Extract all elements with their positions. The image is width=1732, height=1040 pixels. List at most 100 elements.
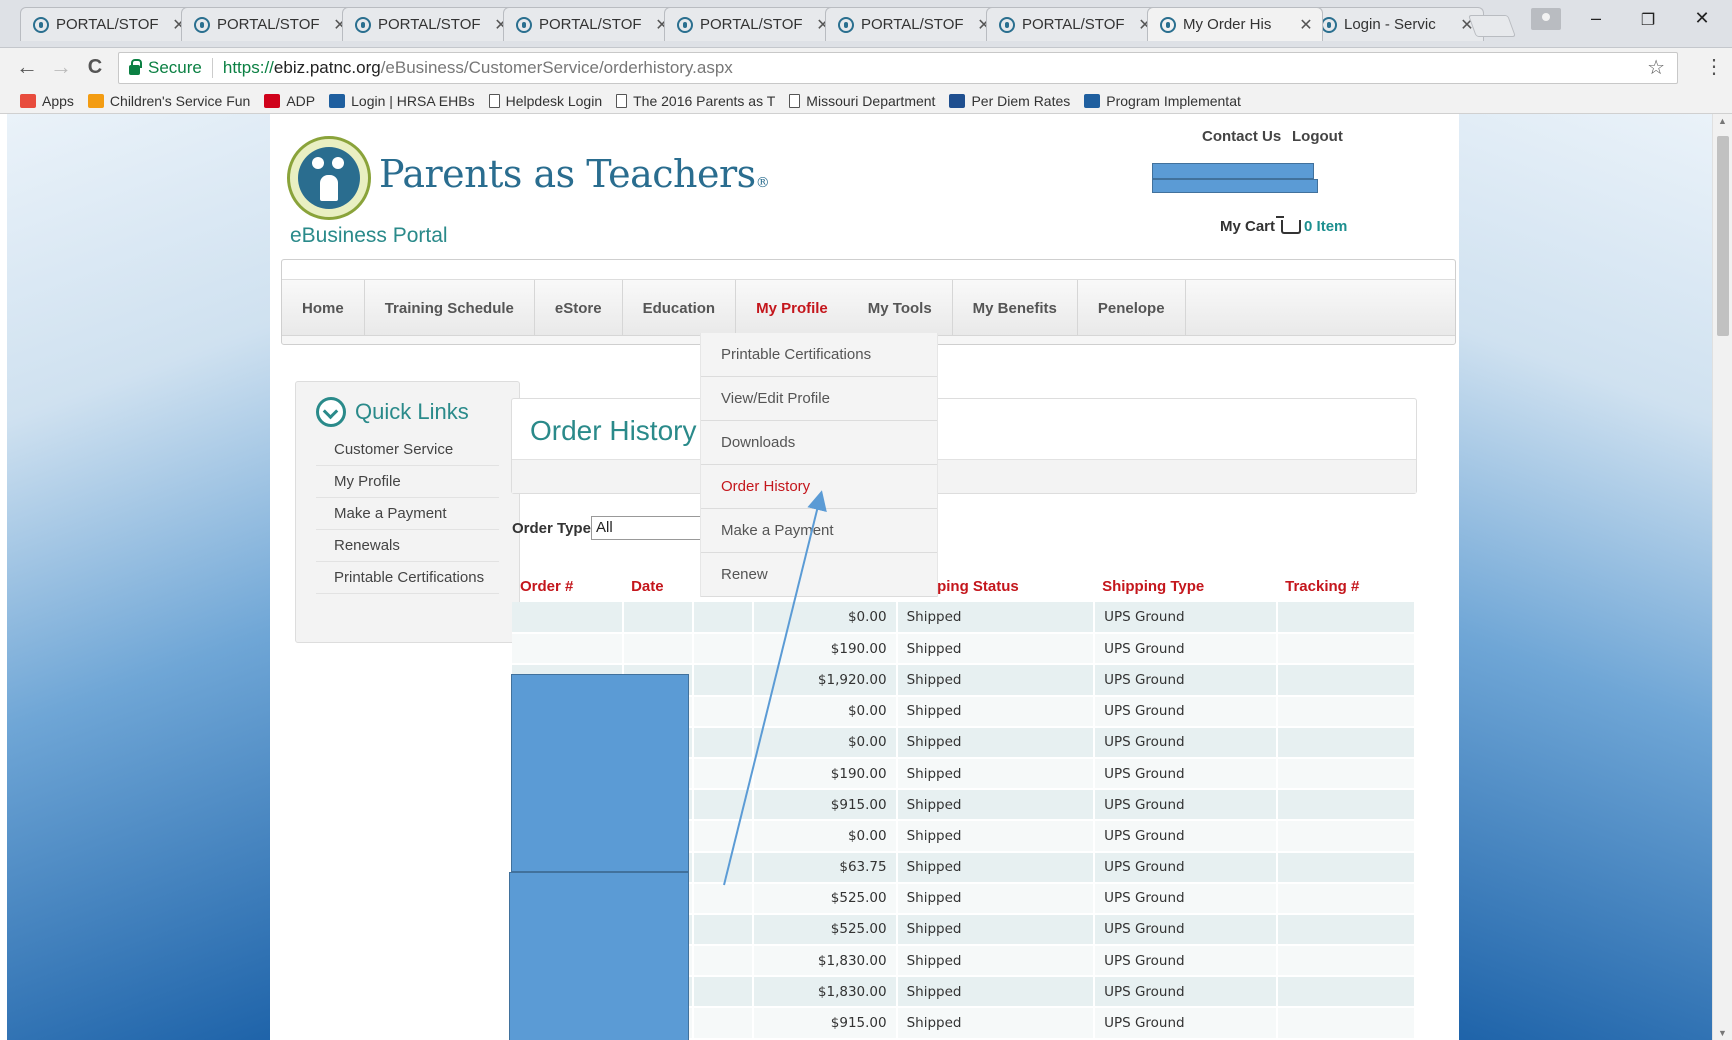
reload-button[interactable]: C [80,56,110,79]
contact-us-link[interactable]: Contact Us [1202,128,1281,145]
browser-tab[interactable]: My Order His ✕ [1147,7,1323,41]
nav-item-home[interactable]: Home [282,280,365,336]
order-type-select[interactable]: All [591,516,701,540]
bookmark-star-icon[interactable]: ☆ [1647,55,1665,80]
scrollbar-thumb[interactable] [1717,136,1729,336]
profile-menu-item[interactable]: Order History [701,465,937,509]
bookmark-label: Program Implementat [1106,92,1241,109]
nav-item-estore[interactable]: eStore [535,280,623,336]
bookmark-item[interactable]: Helpdesk Login [488,93,602,109]
quick-link-item[interactable]: My Profile [316,466,499,498]
quick-link-item[interactable]: Make a Payment [316,498,499,530]
nav-item-training-schedule[interactable]: Training Schedule [365,280,535,336]
apps-grid-icon [20,93,36,108]
quick-link-item[interactable]: Printable Certifications [316,562,499,594]
blank-cell [692,633,754,666]
nav-item-my-profile[interactable]: My Profile [736,280,848,336]
url-path: /eBusiness/CustomerService/orderhistory.… [380,58,733,77]
page-viewport: Parents as Teachers® eBusiness Portal Co… [7,114,1712,1040]
nav-top-strip [282,260,1455,280]
tab-title: PORTAL/STOF [217,16,320,33]
quick-link-item[interactable]: Customer Service [316,434,499,466]
orders-table-header: Order # Date Shipping Status Shipping Type T… [512,570,1415,602]
bookmark-item[interactable]: Program Implementat [1084,93,1241,109]
shipping-type-cell: UPS Ground [1094,820,1279,853]
forward-button[interactable]: → [46,54,76,80]
parents-as-teachers-logo[interactable] [287,136,371,220]
hr-icon [1084,93,1101,108]
browser-menu-icon[interactable]: ⋮ [1704,54,1724,79]
logout-link[interactable]: Logout [1292,128,1343,145]
profile-menu-item[interactable]: View/Edit Profile [701,377,937,421]
tracking-number-cell [1277,757,1416,791]
bookmark-item[interactable]: Missouri Department [789,93,935,109]
browser-tab[interactable]: PORTAL/STOF ✕ [825,7,1001,41]
amount-cell: $0.00 [752,820,898,853]
amount-cell: $525.00 [752,913,898,947]
shipping-type-cell: UPS Ground [1094,976,1279,1009]
tracking-number-cell [1277,1007,1416,1040]
blank-cell [692,695,754,728]
shipping-status-cell: Shipped [896,913,1096,947]
profile-menu-item[interactable]: Renew [701,553,937,597]
browser-tab[interactable]: PORTAL/STOF ✕ [20,7,196,41]
column-header[interactable]: Shipping Type [1094,570,1277,602]
shipping-status-cell: Shipped [896,976,1096,1009]
scroll-down-arrow-icon[interactable]: ▼ [1718,1028,1727,1038]
shipping-status-cell: Shipped [896,1007,1096,1040]
site-favicon-icon [838,16,854,33]
bookmark-item[interactable]: Per Diem Rates [949,93,1070,109]
nav-item-my-tools[interactable]: My Tools [848,280,953,336]
page-scrollbar[interactable]: ▲ ▼ [1712,114,1732,1040]
window-close-button[interactable]: ✕ [1679,8,1725,29]
scroll-up-arrow-icon[interactable]: ▲ [1718,116,1727,126]
restore-button[interactable]: ❐ [1625,10,1671,30]
amount-cell: $915.00 [752,789,898,822]
shipping-status-cell: Shipped [896,820,1096,853]
profile-menu-item[interactable]: Downloads [701,421,937,465]
browser-tab[interactable]: PORTAL/STOF ✕ [664,7,840,41]
minimize-button[interactable]: – [1573,8,1619,29]
blank-cell [692,820,754,853]
site-favicon-icon [677,16,693,33]
browser-tab[interactable]: PORTAL/STOF ✕ [503,7,679,41]
column-header[interactable]: Tracking # [1277,570,1415,602]
bookmark-item[interactable]: ADP [264,93,315,109]
browser-tab[interactable]: PORTAL/STOF ✕ [986,7,1162,41]
my-cart[interactable]: My Cart 0 Item [1220,215,1347,235]
browser-tab[interactable]: Login - Servic ✕ [1308,7,1484,41]
bookmark-item[interactable]: Login | HRSA EHBs [329,93,475,109]
back-button[interactable]: ← [12,54,42,80]
address-bar[interactable]: Secure https://ebiz.patnc.org/eBusiness/… [118,52,1678,84]
bookmark-label: ADP [286,92,316,109]
table-row[interactable]: $190.00 Shipped UPS Ground [512,633,1416,666]
browser-tab[interactable]: PORTAL/STOF ✕ [181,7,357,41]
column-header[interactable]: Order # [512,570,623,602]
quick-link-item[interactable]: Renewals [316,530,499,562]
bookmark-item[interactable]: The 2016 Parents as T [616,93,775,109]
url-host: ebiz.patnc.org [273,58,381,77]
nav-menu: Home Training Schedule eStore Education My P… [282,280,1455,336]
new-tab-button[interactable] [1467,15,1517,37]
blank-cell [692,976,754,1009]
shipping-type-cell: UPS Ground [1094,757,1279,791]
gsa-icon [949,93,966,108]
profile-menu-item[interactable]: Printable Certifications [701,333,937,377]
profile-menu-item[interactable]: Make a Payment [701,509,937,553]
blank-cell [692,664,754,697]
nav-item-penelope[interactable]: Penelope [1078,280,1186,336]
bookmark-item[interactable]: Children's Service Fun [87,93,250,109]
browser-tab[interactable]: PORTAL/STOF ✕ [342,7,518,41]
amount-cell: $1,830.00 [752,976,898,1009]
nav-item-education[interactable]: Education [623,280,737,336]
shipping-type-cell: UPS Ground [1094,633,1279,666]
tab-close-icon[interactable]: ✕ [1298,15,1314,35]
tracking-number-cell [1277,976,1416,1009]
profile-icon[interactable] [1531,8,1561,30]
brand-name-text: Parents as Teachers [379,152,756,196]
table-row[interactable]: $0.00 Shipped UPS Ground [512,602,1416,635]
nav-item-my-benefits[interactable]: My Benefits [953,280,1078,336]
page-icon [789,93,801,108]
column-header[interactable]: Date [623,570,693,602]
bookmark-item[interactable]: Apps [20,93,74,109]
